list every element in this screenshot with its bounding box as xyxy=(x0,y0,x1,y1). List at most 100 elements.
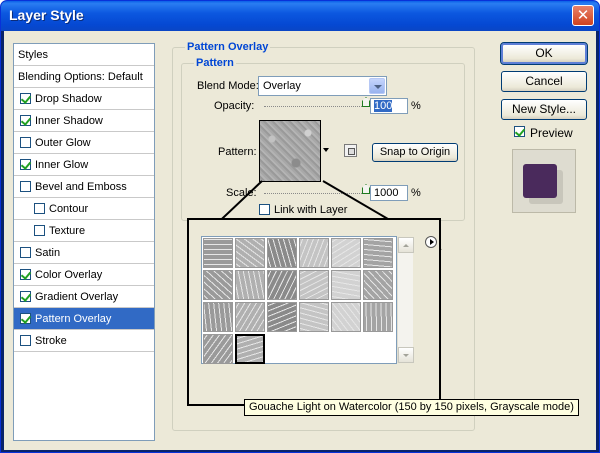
pattern-tile[interactable] xyxy=(267,238,297,268)
style-item-satin[interactable]: Satin xyxy=(14,242,154,264)
title-bar[interactable]: Layer Style ✕ xyxy=(1,1,599,31)
styles-header-label: Styles xyxy=(18,49,48,61)
pattern-tile[interactable] xyxy=(235,302,265,332)
picker-menu-icon[interactable] xyxy=(425,236,437,248)
pattern-tile[interactable] xyxy=(203,238,233,268)
style-checkbox[interactable] xyxy=(20,137,31,148)
link-with-layer-checkbox[interactable] xyxy=(259,204,270,215)
opacity-slider-track[interactable] xyxy=(264,106,366,109)
style-checkbox[interactable] xyxy=(20,269,31,280)
pattern-tile[interactable] xyxy=(203,302,233,332)
scale-slider-track[interactable] xyxy=(264,193,366,196)
style-item-label: Contour xyxy=(49,203,89,215)
style-checkbox[interactable] xyxy=(20,313,31,324)
pattern-overlay-title: Pattern Overlay xyxy=(185,41,271,53)
style-checkbox[interactable] xyxy=(34,225,45,236)
pattern-tooltip: Gouache Light on Watercolor (150 by 150 … xyxy=(244,399,579,416)
style-preview xyxy=(512,149,576,213)
style-checkbox[interactable] xyxy=(20,335,31,346)
pattern-dropdown-arrow[interactable] xyxy=(323,145,331,153)
link-with-layer-label: Link with Layer xyxy=(274,204,348,216)
style-checkbox[interactable] xyxy=(20,247,31,258)
style-item-stroke[interactable]: Stroke xyxy=(14,330,154,352)
style-item-inner-glow[interactable]: Inner Glow xyxy=(14,154,154,176)
new-style-button[interactable]: New Style... xyxy=(501,99,587,120)
style-checkbox[interactable] xyxy=(20,93,31,104)
close-button[interactable]: ✕ xyxy=(572,5,594,26)
pattern-tile[interactable] xyxy=(235,334,265,364)
style-item-bevel-and-emboss[interactable]: Bevel and Emboss xyxy=(14,176,154,198)
blend-mode-label: Blend Mode: xyxy=(197,80,259,92)
cancel-button[interactable]: Cancel xyxy=(501,71,587,92)
blend-mode-select[interactable]: Overlay xyxy=(258,76,387,96)
blending-options-item[interactable]: Blending Options: Default xyxy=(14,66,154,88)
style-item-label: Pattern Overlay xyxy=(35,313,112,325)
style-item-pattern-overlay[interactable]: Pattern Overlay xyxy=(14,308,154,330)
style-item-outer-glow[interactable]: Outer Glow xyxy=(14,132,154,154)
pattern-tile[interactable] xyxy=(363,270,393,300)
pattern-tile[interactable] xyxy=(267,270,297,300)
style-checkbox[interactable] xyxy=(20,181,31,192)
pattern-tile[interactable] xyxy=(299,238,329,268)
pattern-tile[interactable] xyxy=(203,334,233,364)
pattern-tile[interactable] xyxy=(331,238,361,268)
style-checkbox[interactable] xyxy=(34,203,45,214)
style-item-label: Stroke xyxy=(35,335,67,347)
styles-header[interactable]: Styles xyxy=(14,44,154,66)
preview-swatch xyxy=(523,164,557,198)
pattern-tile[interactable] xyxy=(363,302,393,332)
style-checkbox[interactable] xyxy=(20,291,31,302)
pattern-tile[interactable] xyxy=(363,238,393,268)
style-item-label: Texture xyxy=(49,225,86,237)
close-icon: ✕ xyxy=(576,6,590,24)
pattern-tile[interactable] xyxy=(203,270,233,300)
style-item-label: Color Overlay xyxy=(35,269,103,281)
style-item-label: Outer Glow xyxy=(35,137,91,149)
scroll-up-icon[interactable] xyxy=(398,237,414,253)
opacity-value: 100 xyxy=(374,100,393,112)
pattern-tile[interactable] xyxy=(299,270,329,300)
style-item-drop-shadow[interactable]: Drop Shadow xyxy=(14,88,154,110)
pattern-label: Pattern: xyxy=(218,146,257,158)
preview-checkbox[interactable] xyxy=(514,126,525,137)
pattern-tile[interactable] xyxy=(267,302,297,332)
new-preset-icon[interactable] xyxy=(344,144,357,157)
style-item-texture[interactable]: Texture xyxy=(14,220,154,242)
style-item-label: Inner Shadow xyxy=(35,115,103,127)
snap-to-origin-button[interactable]: Snap to Origin xyxy=(372,143,458,162)
layer-style-dialog: Layer Style ✕ Styles Blending Options: D… xyxy=(0,0,600,453)
pattern-tile[interactable] xyxy=(331,302,361,332)
blend-mode-value: Overlay xyxy=(263,80,301,92)
opacity-input[interactable]: 100 xyxy=(370,98,408,114)
style-item-color-overlay[interactable]: Color Overlay xyxy=(14,264,154,286)
pattern-picker-popup xyxy=(187,218,441,406)
opacity-unit: % xyxy=(411,100,421,112)
style-checkbox[interactable] xyxy=(20,115,31,126)
style-item-label: Bevel and Emboss xyxy=(35,181,127,193)
style-item-gradient-overlay[interactable]: Gradient Overlay xyxy=(14,286,154,308)
chevron-down-icon[interactable] xyxy=(369,78,385,94)
preview-label: Preview xyxy=(530,126,573,140)
dialog-title: Layer Style xyxy=(9,7,84,23)
style-item-label: Drop Shadow xyxy=(35,93,102,105)
style-item-label: Inner Glow xyxy=(35,159,89,171)
style-item-inner-shadow[interactable]: Inner Shadow xyxy=(14,110,154,132)
pattern-tile[interactable] xyxy=(331,270,361,300)
pattern-tile[interactable] xyxy=(235,270,265,300)
chevron-down-icon xyxy=(323,148,329,152)
style-item-contour[interactable]: Contour xyxy=(14,198,154,220)
scroll-down-icon[interactable] xyxy=(398,347,414,363)
scale-label: Scale: xyxy=(226,187,257,199)
blending-options-label: Blending Options: Default xyxy=(18,71,143,83)
pattern-swatch[interactable] xyxy=(259,120,321,182)
style-item-label: Gradient Overlay xyxy=(35,291,119,303)
ok-button[interactable]: OK xyxy=(500,42,588,65)
pattern-tile[interactable] xyxy=(235,238,265,268)
pattern-grid-scrollbar[interactable] xyxy=(397,237,414,363)
style-checkbox[interactable] xyxy=(20,159,31,170)
pattern-grid xyxy=(201,236,414,364)
pattern-tile[interactable] xyxy=(299,302,329,332)
opacity-label: Opacity: xyxy=(214,100,255,112)
styles-list: Styles Blending Options: Default Drop Sh… xyxy=(13,43,155,441)
scale-input[interactable]: 1000 xyxy=(370,185,408,201)
